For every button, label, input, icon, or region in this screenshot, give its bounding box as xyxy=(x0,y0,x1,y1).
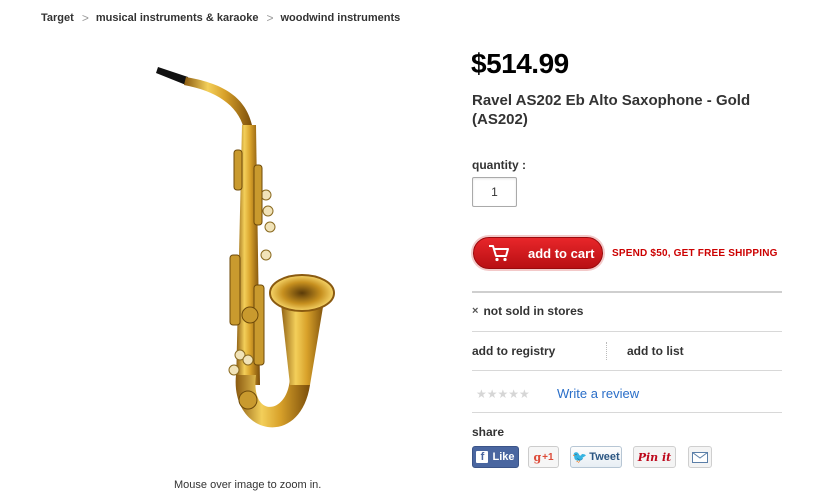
share-label: share xyxy=(472,425,505,439)
google-plus-label: +1 xyxy=(542,451,554,463)
divider xyxy=(606,342,607,360)
add-to-registry-link[interactable]: add to registry xyxy=(472,344,555,358)
rating-stars: ★★★★★ xyxy=(476,387,530,401)
facebook-icon: f xyxy=(476,451,489,463)
saxophone-icon xyxy=(156,67,335,428)
product-image[interactable] xyxy=(150,55,350,465)
zoom-hint: Mouse over image to zoom in. xyxy=(174,479,322,491)
divider xyxy=(472,412,782,413)
write-review-link[interactable]: Write a review xyxy=(557,386,639,401)
tweet-label: Tweet xyxy=(589,451,620,463)
divider xyxy=(472,370,782,371)
tweet-button[interactable]: 🐦 Tweet xyxy=(570,446,622,468)
breadcrumb: Target > musical instruments & karaoke >… xyxy=(41,11,400,25)
quantity-label: quantity : xyxy=(472,158,526,172)
email-share-button[interactable] xyxy=(688,446,712,468)
add-to-cart-button[interactable]: add to cart xyxy=(473,237,603,269)
quantity-input[interactable] xyxy=(472,177,517,207)
envelope-icon xyxy=(692,451,708,463)
close-icon: × xyxy=(472,305,479,317)
free-shipping-promo: SPEND $50, GET FREE SHIPPING xyxy=(612,248,778,259)
divider xyxy=(472,291,782,293)
product-title: Ravel AS202 Eb Alto Saxophone - Gold (AS… xyxy=(472,92,751,128)
not-sold-label: not sold in stores xyxy=(483,304,584,318)
breadcrumb-separator: > xyxy=(266,11,274,25)
add-to-list-link[interactable]: add to list xyxy=(627,344,684,358)
product-price: $514.99 xyxy=(471,48,569,79)
facebook-like-button[interactable]: f Like xyxy=(472,446,519,468)
divider xyxy=(472,331,782,332)
google-plus-button[interactable]: g +1 xyxy=(528,446,559,468)
facebook-like-label: Like xyxy=(492,451,515,463)
add-to-cart-label: add to cart xyxy=(528,245,595,261)
breadcrumb-woodwind[interactable]: woodwind instruments xyxy=(280,12,400,24)
twitter-icon: 🐦 xyxy=(572,450,588,464)
pin-it-button[interactable]: Pin it xyxy=(633,446,676,468)
availability-status: × not sold in stores xyxy=(472,304,583,318)
google-plus-icon: g xyxy=(533,450,542,464)
breadcrumb-target[interactable]: Target xyxy=(41,12,74,24)
breadcrumb-musical-instruments[interactable]: musical instruments & karaoke xyxy=(96,12,259,24)
breadcrumb-separator: > xyxy=(81,11,89,25)
cart-icon xyxy=(489,245,509,262)
